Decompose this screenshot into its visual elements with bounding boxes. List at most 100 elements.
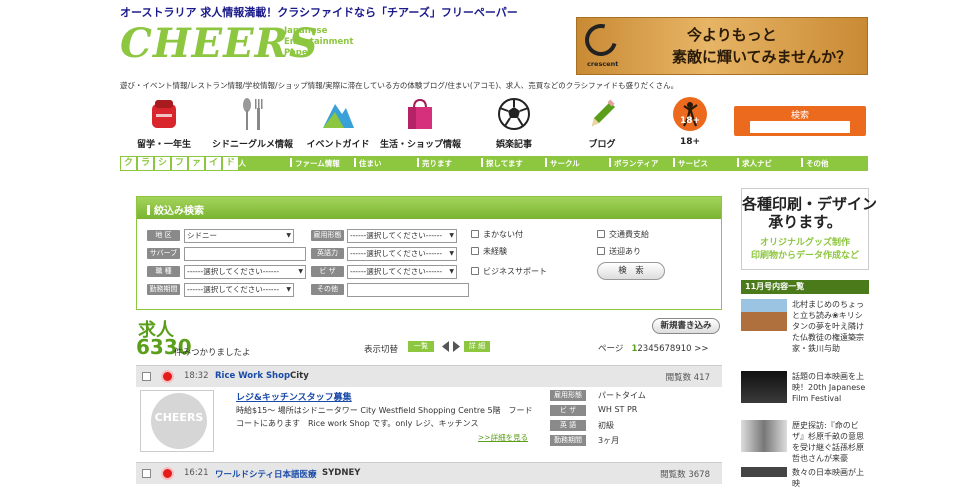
checkbox[interactable] [471, 267, 479, 275]
crescent-banner-ad[interactable]: crescent 今よりもっと 素敵に輝いてみませんか？ [576, 17, 868, 75]
crescent-moon-icon [579, 18, 623, 62]
site-tagline: オーストラリア 求人情報満載！クラシファイドなら「チアーズ」フリーペーパー [120, 6, 518, 19]
listing-description: 時給$15～ 場所はシドニータワー City Westfield Shoppin… [236, 406, 533, 428]
nav-entertainment[interactable]: 娯楽記事 [474, 96, 554, 150]
category-bar: ク ラ シ フ ァ イ ド 求人 ファーム情報 住まい 売ります 探してます サ… [120, 156, 868, 171]
check-meals[interactable]: まかない付 [471, 229, 523, 240]
nav-adult[interactable]: 18+ 18+ [650, 96, 730, 147]
site-search: 検索 [734, 106, 866, 136]
area-select[interactable]: シドニー [184, 229, 294, 243]
cheers-logo[interactable]: CHEERS Japanese Entertainment Paper [120, 20, 370, 76]
category-job-navi[interactable]: 求人ナビ [737, 158, 772, 169]
article-title: 数々の日本映画が上映 [792, 468, 864, 488]
checkbox[interactable] [597, 230, 605, 238]
ad-subline: オリジナルグッズ制作 印刷物からデータ作成など [750, 238, 859, 261]
label-other: その他 [311, 284, 344, 295]
issue-contents-heading: 11月号内容一覧 [741, 280, 869, 294]
label-term: 勤務期間 [147, 284, 180, 295]
employment-select[interactable]: ------選択してください------ [347, 229, 457, 243]
check-label: 送迎あり [609, 247, 641, 256]
term-select[interactable]: ------選択してください------ [184, 283, 294, 297]
arrows-icon[interactable] [442, 341, 460, 352]
checkbox[interactable] [471, 230, 479, 238]
check-business-support[interactable]: ビジネスサポート [471, 266, 547, 277]
category-farm[interactable]: ファーム情報 [290, 158, 340, 169]
listing-time: 18:32 [184, 371, 209, 381]
job-type-select[interactable]: ------選択してください------ [184, 265, 306, 279]
ad-headline: 各種印刷・デザイン 承ります。 [742, 195, 878, 231]
listing-company-link[interactable]: ワールドシティ日本語医療 [215, 468, 317, 480]
article-photo [741, 467, 787, 477]
listing-header: 18:32 Rice Work Shop City 閲覧数 417 [136, 365, 722, 387]
pagination: ページ 12345678910 >> [598, 342, 709, 354]
listing-more-link[interactable]: >>詳細を見る [478, 432, 528, 443]
sidebar-article[interactable]: 北村まじめのちょっと立ち読み❀キリシタンの夢を叶え隣けた仏教徒の権遠築宗家・鉄川… [741, 299, 869, 361]
category-jobs[interactable]: 求人 [226, 158, 246, 169]
cutlery-icon [243, 98, 263, 130]
check-label: 未経験 [483, 247, 507, 256]
nav-label: 留学・一年生 [136, 140, 191, 150]
listing-city: City [290, 371, 309, 381]
category-circle[interactable]: サークル [545, 158, 580, 169]
english-select[interactable]: ------選択してください------ [347, 247, 457, 261]
listing-company-link[interactable]: Rice Work Shop [215, 371, 290, 381]
category-service[interactable]: サービス [673, 158, 708, 169]
label-employment: 雇用形態 [311, 230, 344, 241]
label-area: 地 区 [147, 230, 180, 241]
detail-label: 勤務期間 [550, 435, 586, 446]
view-list-button[interactable]: 一覧 [408, 341, 434, 352]
nav-gourmet[interactable]: シドニーグルメ情報 [212, 96, 294, 150]
listing-views: 閲覧数 3678 [660, 470, 710, 480]
shopping-bag-icon [408, 98, 432, 129]
classified-letter: ク [120, 156, 137, 171]
category-other[interactable]: その他 [801, 158, 829, 169]
site-search-input[interactable] [750, 121, 850, 133]
pencil-icon [592, 99, 615, 126]
other-input[interactable] [347, 283, 469, 297]
school-bag-icon [152, 100, 176, 128]
label-english: 英語力 [311, 248, 344, 259]
detail-value: 3ヶ月 [598, 436, 620, 445]
banner-line-1: 今よりもっと [687, 26, 777, 44]
mountain-icon [323, 104, 354, 128]
detail-label: 英 語 [550, 420, 586, 431]
nav-living-shop[interactable]: 生活・ショップ情報 [380, 96, 461, 150]
check-pickup[interactable]: 送迎あり [597, 246, 641, 257]
category-for-sale[interactable]: 売ります [417, 158, 452, 169]
nav-event-guide[interactable]: イベントガイド [298, 96, 378, 150]
checkbox[interactable] [471, 247, 479, 255]
listing-title-link[interactable]: レジ&キッチンスタッフ募集 [236, 390, 352, 403]
listing-header: 16:21 ワールドシティ日本語医療 SYDNEY 閲覧数 3678 [136, 462, 722, 484]
filter-search-button[interactable]: 検 索 [597, 262, 665, 280]
listing-thumbnail[interactable]: CHEERS [140, 390, 214, 452]
checkbox[interactable] [597, 247, 605, 255]
article-photo [741, 371, 787, 403]
page-link[interactable]: 10 [681, 344, 692, 354]
nav-blog[interactable]: ブログ [562, 96, 642, 150]
classified-letter: フ [171, 156, 188, 171]
page-link-next[interactable]: >> [694, 344, 708, 354]
suburb-input[interactable] [184, 247, 306, 261]
check-no-experience[interactable]: 未経験 [471, 246, 507, 257]
view-detail-button[interactable]: 詳 細 [464, 341, 490, 352]
logo-subtitle: Japanese Entertainment Paper [284, 26, 354, 58]
nav-label: シドニーグルメ情報 [212, 140, 294, 150]
category-wanted[interactable]: 探してます [481, 158, 523, 169]
category-housing[interactable]: 住まい [354, 158, 382, 169]
cheers-placeholder-image: CHEERS [151, 393, 207, 449]
detail-value: 初級 [598, 421, 614, 430]
nav-study-abroad[interactable]: 留学・一年生 [124, 96, 204, 150]
print-design-ad[interactable]: 各種印刷・デザイン 承ります。 オリジナルグッズ制作 印刷物からデータ作成など [741, 188, 878, 270]
new-post-button[interactable]: 新規書き込み [652, 318, 720, 334]
category-volunteer[interactable]: ボランティア [609, 158, 659, 169]
check-transport[interactable]: 交通費支給 [597, 229, 649, 240]
check-label: まかない付 [483, 230, 523, 239]
visa-select[interactable]: ------選択してください------ [347, 265, 457, 279]
check-label: 交通費支給 [609, 230, 649, 239]
listing-checkbox[interactable] [142, 372, 151, 381]
article-title: 話題の日本映画を上映！20th Japanese Film Festival [792, 372, 866, 403]
nav-label: 娯楽記事 [495, 140, 532, 150]
label-visa: ビ ザ [311, 266, 344, 277]
classified-heading: ク ラ シ フ ァ イ ド [120, 156, 239, 171]
sidebar-article[interactable]: 数々の日本映画が上映 [741, 467, 869, 488]
